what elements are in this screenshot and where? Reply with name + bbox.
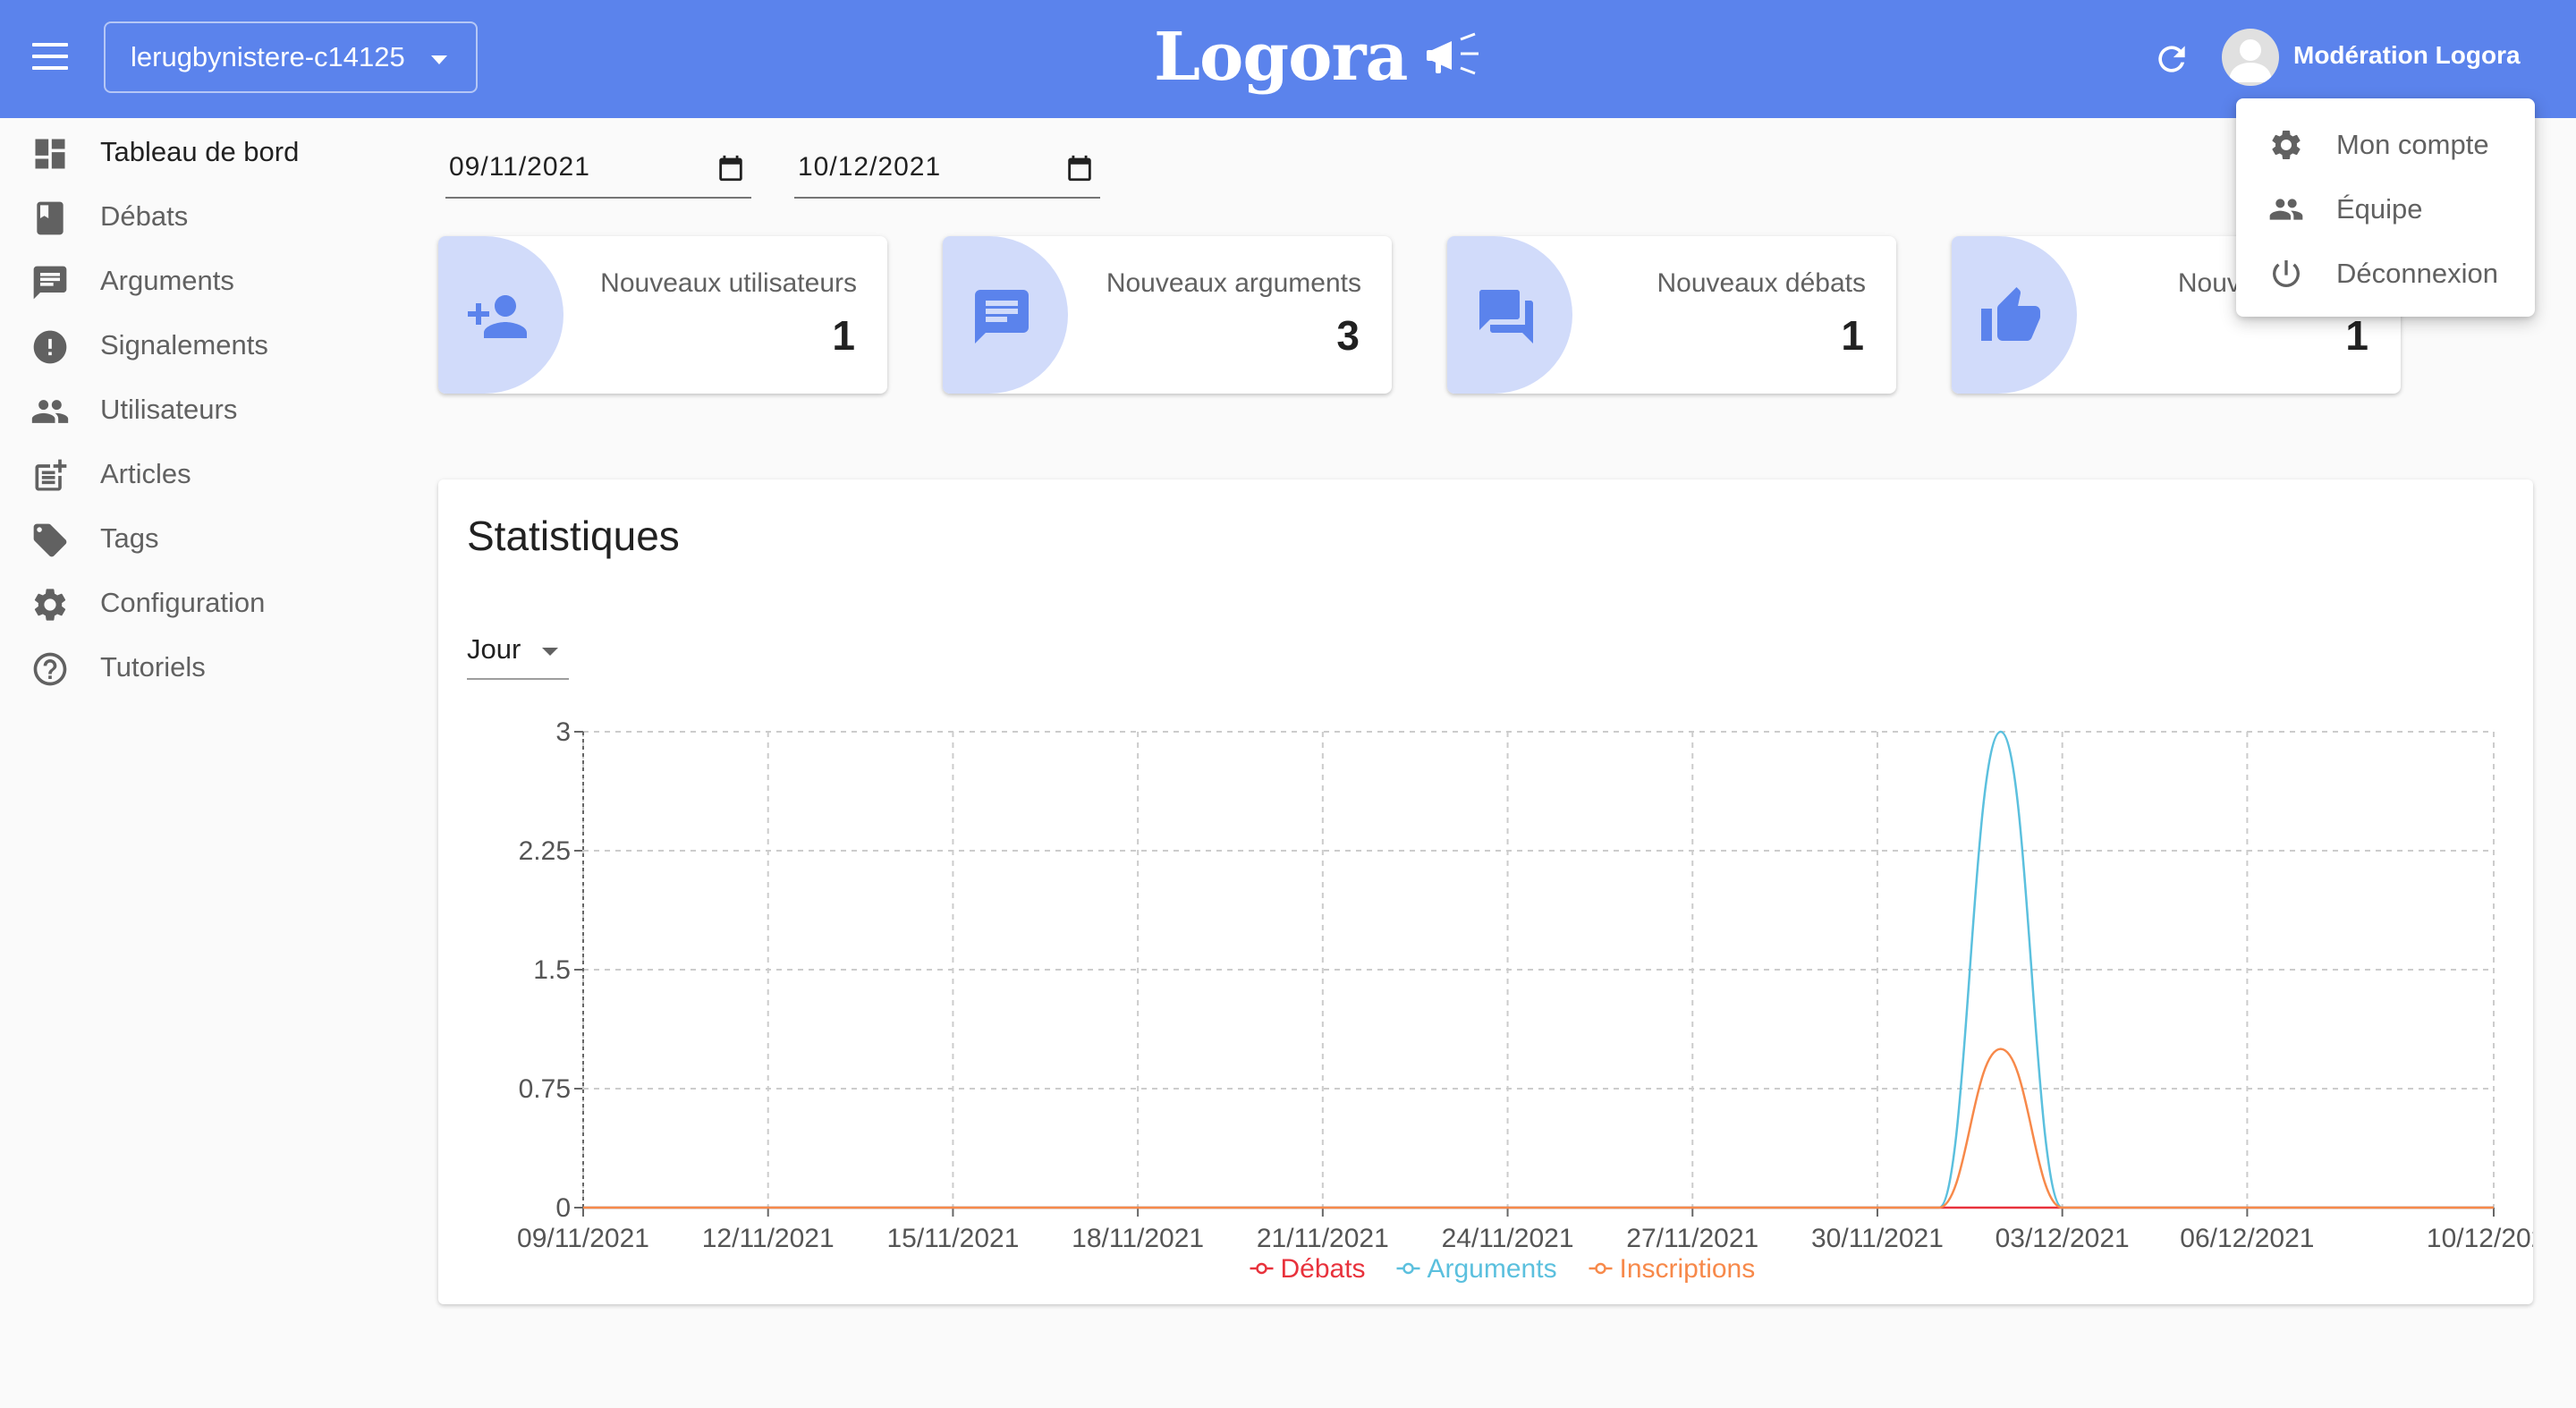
series-line-inscriptions: [583, 1048, 2494, 1209]
gear-icon: [2272, 131, 2301, 159]
legend-marker-dot: [1402, 1262, 1414, 1275]
sidebar-item-signalements[interactable]: Signalements: [0, 311, 411, 376]
person-add-icon: [468, 295, 527, 338]
site-selector-label: lerugbynistere-c14125: [131, 41, 405, 72]
x-tick-label: 21/11/2021: [1257, 1224, 1389, 1253]
book-icon: [37, 201, 64, 235]
end-date-field[interactable]: 10/12/2021: [794, 143, 1100, 199]
menu-item-mon-compte[interactable]: Mon compte: [2236, 111, 2535, 175]
app-bar: lerugbynistere-c14125 Logora Modération …: [0, 0, 2576, 118]
kpi-icon-bg: [1952, 236, 2077, 394]
tag-icon: [33, 523, 67, 557]
legend-label: Inscriptions: [1620, 1254, 1756, 1284]
kpi-label: Nouveaux utilisateurs: [600, 268, 857, 298]
message-icon: [975, 290, 1029, 344]
x-tick-label: 18/11/2021: [1072, 1224, 1204, 1253]
menu-toggle-icon[interactable]: [32, 43, 68, 72]
kpi-card-debats: Nouveaux débats 1: [1447, 236, 1896, 394]
sidebar-item-label: Arguments: [100, 265, 234, 296]
power-icon: [2273, 260, 2300, 287]
start-date-field[interactable]: 09/11/2021: [445, 143, 751, 199]
x-tick-label: 27/11/2021: [1626, 1224, 1758, 1253]
chevron-down-icon: [431, 55, 447, 64]
x-tick-label: 09/11/2021: [517, 1224, 649, 1253]
kpi-value: 3: [1336, 312, 1360, 359]
site-selector[interactable]: lerugbynistere-c14125: [104, 21, 478, 93]
legend-label: Débats: [1281, 1254, 1366, 1284]
kpi-icon-bg: [1447, 236, 1572, 394]
calendar-icon[interactable]: [1064, 152, 1095, 184]
sidebar-item-tutoriels[interactable]: Tutoriels: [0, 633, 411, 698]
kpi-icon-bg: [438, 236, 564, 394]
alert-icon: [33, 330, 67, 364]
gear-icon: [34, 589, 66, 621]
sidebar-item-label: Utilisateurs: [100, 394, 238, 425]
people-icon: [31, 400, 69, 423]
legend-marker-dot: [1256, 1262, 1267, 1275]
sidebar-item-arguments[interactable]: Arguments: [0, 247, 411, 311]
kpi-value: 1: [2345, 312, 2368, 359]
sidebar-item-tableau-de-bord[interactable]: Tableau de bord: [0, 118, 411, 182]
kpi-label: Nouveaux arguments: [1106, 268, 1361, 298]
megaphone-icon: [1427, 32, 1479, 75]
comment-icon: [33, 266, 67, 300]
x-tick-label: 10/12/2021: [2427, 1224, 2533, 1253]
people-icon: [2269, 199, 2303, 220]
sidebar-item-debats[interactable]: Débats: [0, 182, 411, 247]
post-add-icon: [35, 459, 67, 491]
avatar[interactable]: [2222, 29, 2279, 86]
help-icon: [33, 652, 67, 686]
sidebar-item-label: Configuration: [100, 587, 266, 618]
y-tick-label: 0: [555, 1193, 571, 1223]
sidebar-item-label: Tableau de bord: [100, 136, 300, 167]
menu-item-label: Déconnexion: [2336, 258, 2498, 289]
logo: Logora: [1154, 13, 1496, 102]
x-tick-label: 24/11/2021: [1442, 1224, 1574, 1253]
x-tick-label: 30/11/2021: [1811, 1224, 1944, 1253]
person-icon: [2229, 39, 2272, 82]
legend-label: Arguments: [1428, 1254, 1557, 1284]
sidebar-item-tags[interactable]: Tags: [0, 505, 411, 569]
sidebar-item-label: Tags: [100, 522, 159, 554]
sidebar-item-utilisateurs[interactable]: Utilisateurs: [0, 376, 411, 440]
kpi-icon-bg: [943, 236, 1068, 394]
sidebar-item-configuration[interactable]: Configuration: [0, 569, 411, 633]
sidebar-item-label: Tutoriels: [100, 651, 206, 683]
y-tick-label: 2.25: [519, 836, 571, 866]
statistics-chart: 0 0.75 1.5 2.25 3 09/11/2021 12/11/2021 15/11/2…: [517, 717, 2533, 1284]
sidebar-item-articles[interactable]: Articles: [0, 440, 411, 505]
kpi-value: 1: [1841, 312, 1864, 359]
x-tick-label: 15/11/2021: [886, 1224, 1019, 1253]
thumb-up-icon: [1981, 287, 2040, 341]
statistics-card: Statistiques Jour 0 0.75 1.5 2.25 3 09/11/202…: [438, 479, 2533, 1304]
x-tick-label: 03/12/2021: [1996, 1224, 2130, 1253]
user-menu: Mon compte Équipe Déconnexion: [2236, 98, 2535, 317]
y-tick-label: 1.5: [533, 955, 571, 985]
calendar-icon[interactable]: [716, 152, 746, 184]
sidebar-item-label: Signalements: [100, 329, 268, 360]
x-tick-label: 12/11/2021: [702, 1224, 835, 1253]
menu-item-equipe[interactable]: Équipe: [2236, 175, 2535, 240]
kpi-card-users: Nouveaux utilisateurs 1: [438, 236, 887, 394]
user-name[interactable]: Modération Logora: [2293, 41, 2521, 70]
sidebar-item-label: Débats: [100, 200, 189, 232]
dashboard-icon: [35, 139, 65, 169]
menu-item-label: Mon compte: [2336, 129, 2489, 160]
legend-marker-dot: [1595, 1262, 1606, 1275]
logo-text: Logora: [1154, 19, 1408, 96]
y-tick-label: 0.75: [519, 1074, 571, 1104]
kpi-label: Nouveaux débats: [1657, 268, 1867, 298]
y-tick-label: 3: [555, 717, 571, 747]
menu-item-label: Équipe: [2336, 193, 2423, 225]
end-date-value: 10/12/2021: [798, 152, 942, 182]
kpi-card-arguments: Nouveaux arguments 3: [943, 236, 1392, 394]
forum-icon: [1479, 290, 1533, 344]
x-tick-label: 06/12/2021: [2180, 1224, 2314, 1253]
sidebar-item-label: Articles: [100, 458, 191, 489]
menu-item-deconnexion[interactable]: Déconnexion: [2236, 240, 2535, 304]
refresh-icon[interactable]: [2152, 39, 2191, 79]
kpi-value: 1: [832, 312, 855, 359]
start-date-value: 09/11/2021: [449, 152, 590, 182]
